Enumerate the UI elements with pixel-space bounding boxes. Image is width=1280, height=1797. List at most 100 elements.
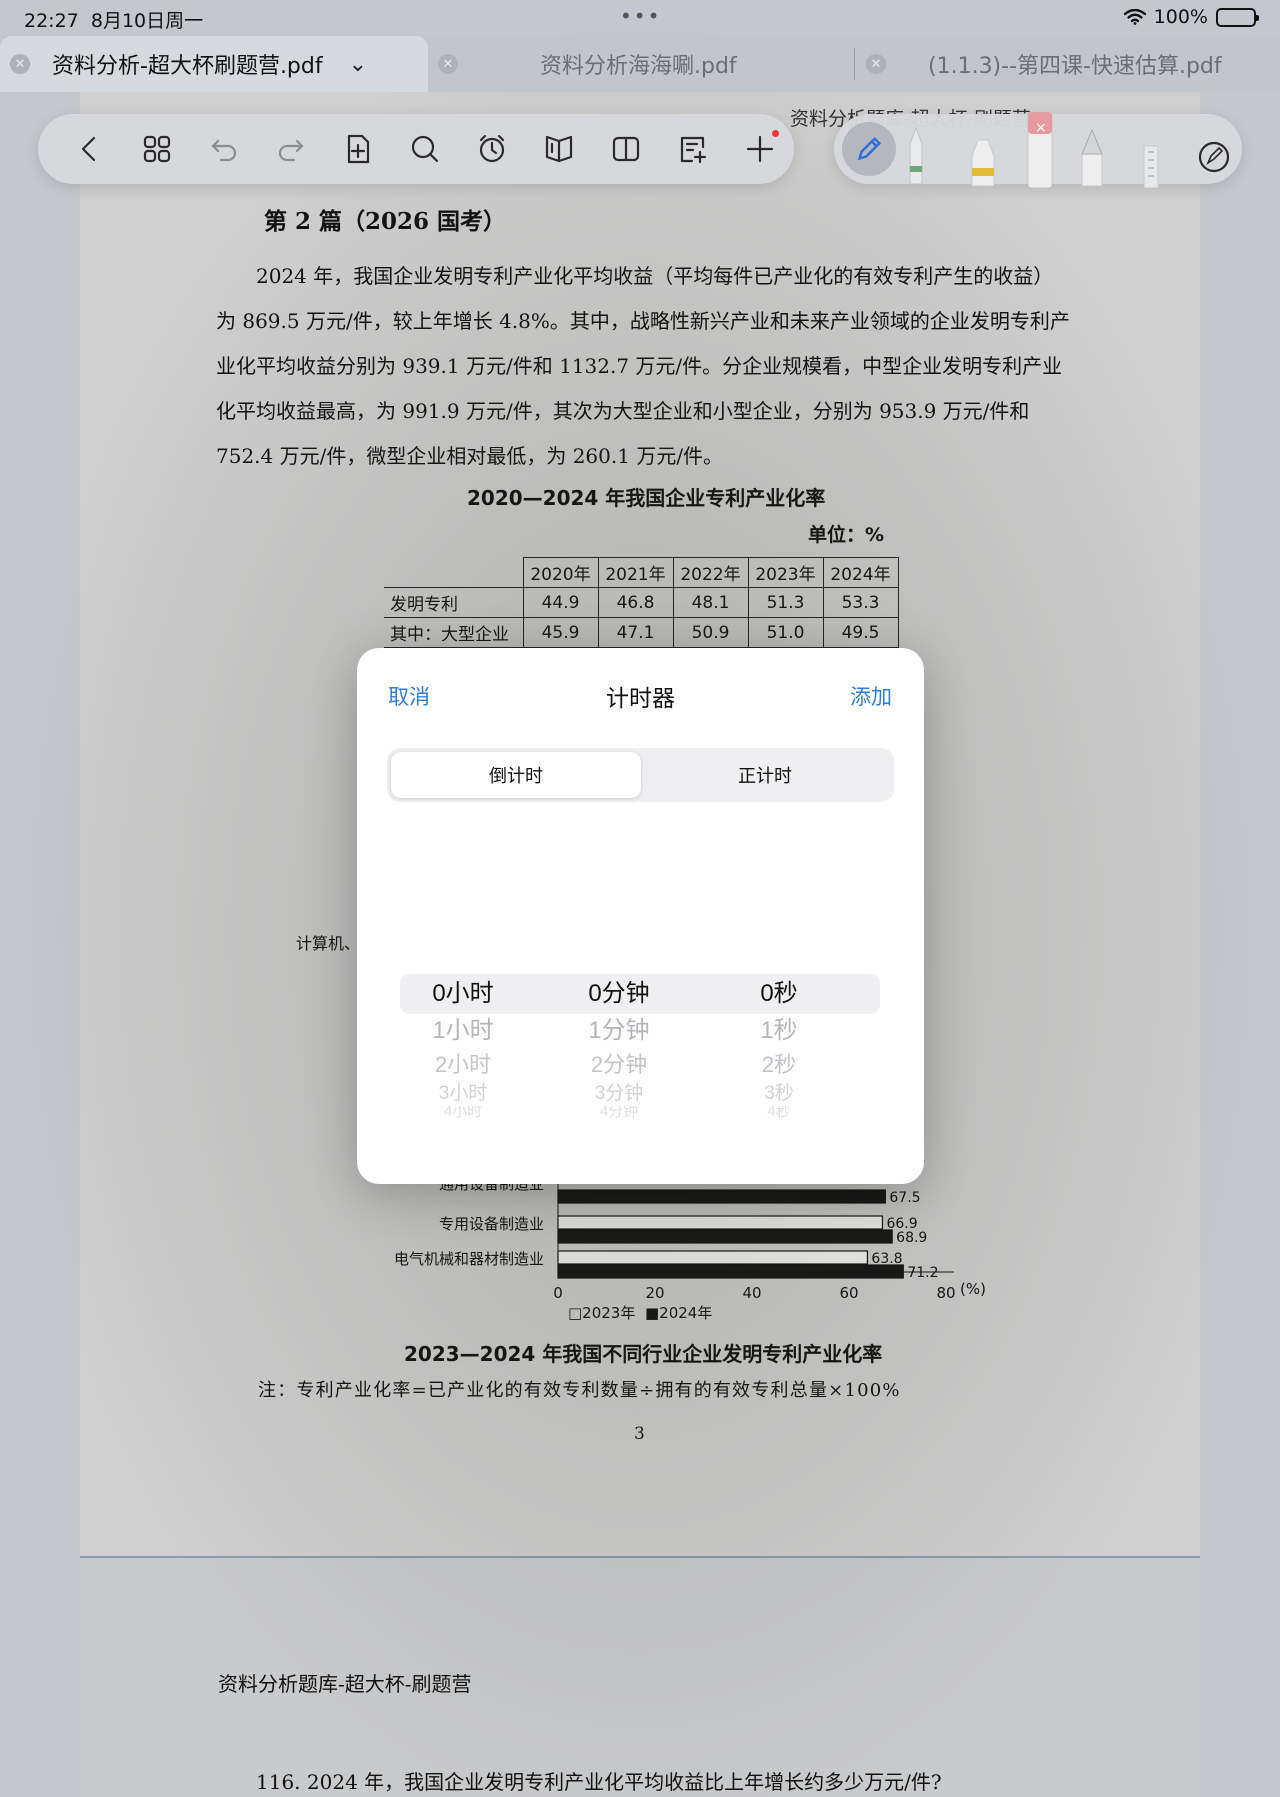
back-icon (81, 136, 95, 162)
segment-stopwatch[interactable]: 正计时 (640, 752, 890, 798)
close-icon[interactable]: ✕ (866, 54, 886, 74)
table-unit: 单位：% (808, 524, 885, 546)
picker-value: 2秒 (761, 1052, 797, 1077)
tab-label: (1.1.3)--第四课-快速估算.pdf (928, 54, 1222, 79)
status-right: 100% (1123, 6, 1259, 28)
split-view-button[interactable] (592, 124, 659, 174)
table-row-label: 其中：大型企业 (384, 617, 524, 648)
picker-value: 3小时 (438, 1083, 488, 1104)
pen-tray: × (834, 111, 1242, 188)
redo-icon (278, 139, 303, 162)
bar-2024年 (557, 1189, 886, 1204)
bar-2023年 (557, 1215, 884, 1230)
picker-value: 2分钟 (590, 1052, 648, 1077)
category-label: 电气机械和器材制造业 (394, 1250, 544, 1268)
table-row-label: 发明专利 (384, 587, 524, 618)
table-col-header: 2023年 (747, 557, 824, 588)
battery-icon (1216, 7, 1259, 27)
status-time: 22:27 8月10日周一 (24, 10, 204, 32)
legend-item: □2023年 (568, 1304, 635, 1322)
picker-value: 4分钟 (599, 1106, 639, 1118)
back-button[interactable] (56, 124, 123, 174)
minutes-picker[interactable]: 0分钟 1分钟 2分钟 3分钟 4分钟 (539, 974, 699, 1118)
chart-category-label-partial: 计算机、 (296, 934, 361, 953)
picker-value: 1秒 (760, 1017, 798, 1044)
hours-picker[interactable]: 0小时 1小时 2小时 3小时 4小时 (383, 974, 543, 1118)
close-icon[interactable]: ✕ (438, 54, 458, 74)
tab-item[interactable]: ✕ 资料分析海海唰.pdf (438, 36, 848, 92)
reader-button[interactable] (525, 124, 592, 174)
chart-caption: 2023—2024 年我国不同行业企业发明专利产业化率 (404, 1342, 883, 1366)
picker-value: 3分钟 (594, 1083, 644, 1104)
table-cell: 49.5 (822, 617, 899, 648)
chart-note: 注：专利产业化率=已产业化的有效专利数量÷拥有的有效专利总量×100% (258, 1380, 901, 1401)
tab-bar: ✕ 资料分析-超大杯刷题营.pdf ⌄ ✕ 资料分析海海唰.pdf ✕ (1.1… (0, 36, 1280, 92)
grid-icon (143, 135, 170, 163)
table-title: 2020—2024 年我国企业专利产业化率 (467, 486, 826, 510)
book-icon (545, 135, 572, 163)
picker-value: 0秒 (760, 980, 798, 1007)
table-col-header: 2020年 (522, 557, 599, 588)
question-text: 116. 2024 年，我国企业发明专利产业化平均收益比上年增长约多少万元/件? (256, 1770, 942, 1794)
category-label: 专用设备制造业 (439, 1215, 544, 1233)
x-tick-label: 0 (553, 1284, 563, 1302)
picker-value: 4小时 (443, 1106, 483, 1118)
table-corner (384, 557, 524, 588)
table-cell: 46.8 (597, 587, 674, 618)
undo-button[interactable] (190, 124, 257, 174)
more-tools-button[interactable] (726, 124, 793, 174)
add-button[interactable]: 添加 (850, 681, 892, 711)
data-label: 67.5 (889, 1190, 920, 1206)
tab-separator (854, 48, 855, 80)
wifi-icon (1123, 9, 1146, 25)
pen-tools[interactable]: × (896, 110, 1236, 188)
main-toolbar (38, 114, 794, 184)
timer-mode-segmented-control: 倒计时 正计时 (387, 748, 894, 802)
table-cell: 45.9 (522, 617, 599, 648)
x-tick-label: 60 (839, 1284, 858, 1302)
industry-bar-chart: 通用设备制造业67.5专用设备制造业 66.968.9电气机械和器材制造业 63.8… (394, 1175, 986, 1322)
table-cell: 51.0 (747, 617, 824, 648)
status-bar: 22:27 8月10日周一 ••• 100% (0, 0, 1280, 36)
plus-icon (746, 135, 773, 163)
close-icon[interactable]: ✕ (10, 54, 30, 74)
picker-value: 0小时 (432, 980, 494, 1007)
table-header-row: 2020年 2021年 2022年 2023年 2024年 (384, 557, 899, 588)
redo-button[interactable] (257, 124, 324, 174)
tab-item[interactable]: ✕ 资料分析-超大杯刷题营.pdf ⌄ (0, 36, 428, 92)
picker-value: 4秒 (767, 1106, 791, 1118)
table-cell: 53.3 (822, 587, 899, 618)
tab-label: 资料分析海海唰.pdf (540, 54, 737, 79)
bar-2023年 (557, 1250, 869, 1265)
data-label: 71.2 (907, 1265, 938, 1281)
active-pen-button[interactable] (842, 122, 896, 176)
pencil-icon (857, 136, 882, 161)
tab-item[interactable]: ✕ (1.1.3)--第四课-快速估算.pdf (866, 36, 1280, 92)
segment-countdown[interactable]: 倒计时 (391, 752, 641, 798)
picker-value: 3秒 (764, 1083, 794, 1104)
x-tick-label: 80 (936, 1284, 955, 1302)
thumbnails-button[interactable] (123, 124, 190, 174)
battery-percent: 100% (1153, 6, 1208, 28)
search-button[interactable] (391, 124, 458, 174)
table-cell: 48.1 (672, 587, 749, 618)
search-icon (411, 135, 438, 163)
timer-dialog: 取消 计时器 添加 倒计时 正计时 0小时 1小时 2小时 3小时 4小时 0分… (357, 648, 924, 1184)
split-view-icon (612, 136, 639, 162)
timer-button[interactable] (458, 124, 525, 174)
dialog-title: 计时器 (606, 685, 675, 711)
table-col-header: 2022年 (672, 557, 749, 588)
table-cell: 51.3 (747, 587, 824, 618)
svg-text:×: × (1035, 120, 1047, 136)
seconds-picker[interactable]: 0秒 1秒 2秒 3秒 4秒 (699, 974, 859, 1118)
x-axis-unit: (%) (960, 1280, 986, 1298)
tab-label: 资料分析-超大杯刷题营.pdf (52, 54, 323, 79)
chevron-down-icon[interactable]: ⌄ (349, 52, 367, 77)
section-title: 第 2 篇（2026 国考） (264, 208, 507, 235)
add-page-button[interactable] (324, 124, 391, 174)
data-label: 68.9 (896, 1230, 927, 1246)
notes-button[interactable] (659, 124, 726, 174)
table-row: 发明专利 44.9 46.8 48.1 51.3 53.3 (384, 587, 899, 618)
multitask-dots[interactable]: ••• (620, 4, 661, 28)
patent-rate-table: 2020年 2021年 2022年 2023年 2024年 发明专利 44.9 … (384, 557, 899, 648)
